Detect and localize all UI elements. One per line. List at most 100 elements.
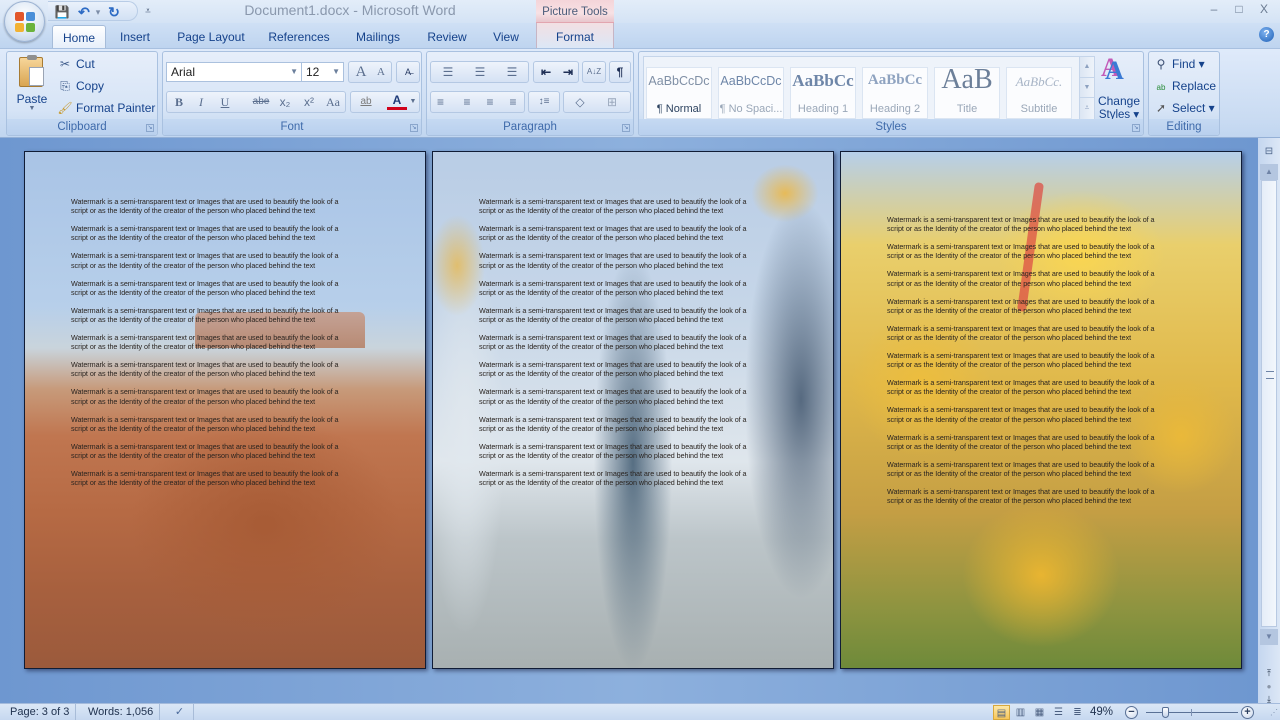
change-styles-button[interactable]: A Change Styles ▾ <box>1097 56 1141 121</box>
watermark-paragraph[interactable]: Watermark is a semi-transparent text or … <box>887 460 1187 479</box>
watermark-paragraph[interactable]: Watermark is a semi-transparent text or … <box>887 242 1187 261</box>
watermark-paragraph[interactable]: Watermark is a semi-transparent text or … <box>71 469 371 488</box>
change-case-button[interactable]: Aa <box>322 92 344 112</box>
watermark-paragraph[interactable]: Watermark is a semi-transparent text or … <box>887 215 1187 234</box>
style-normal[interactable]: AaBbCcDc ¶ Normal <box>646 67 712 119</box>
watermark-paragraph[interactable]: Watermark is a semi-transparent text or … <box>479 306 779 325</box>
font-name-combo[interactable]: Arial ▼ <box>166 62 302 82</box>
paste-button[interactable]: Paste ▼ <box>11 54 53 116</box>
italic-button[interactable]: I <box>191 92 211 112</box>
copy-button[interactable]: ⎘ Copy <box>57 79 104 94</box>
maximize-button[interactable]: □ <box>1230 2 1248 18</box>
tab-references[interactable]: References <box>262 25 336 49</box>
zoom-slider-track[interactable] <box>1146 712 1238 713</box>
watermark-paragraph[interactable]: Watermark is a semi-transparent text or … <box>887 297 1187 316</box>
page-count[interactable]: Page: 3 of 3 <box>4 704 77 720</box>
watermark-paragraph[interactable]: Watermark is a semi-transparent text or … <box>479 224 779 243</box>
style-title[interactable]: AaB Title <box>934 64 1000 119</box>
shading-button[interactable]: ◇ <box>568 92 592 112</box>
watermark-paragraph[interactable]: Watermark is a semi-transparent text or … <box>887 487 1187 506</box>
office-button[interactable] <box>4 1 45 42</box>
help-button[interactable]: ? <box>1259 27 1274 42</box>
tab-page-layout[interactable]: Page Layout <box>172 25 250 49</box>
watermark-paragraph[interactable]: Watermark is a semi-transparent text or … <box>887 378 1187 397</box>
watermark-paragraph[interactable]: Watermark is a semi-transparent text or … <box>479 442 779 461</box>
close-button[interactable]: X <box>1255 2 1273 18</box>
watermark-paragraph[interactable]: Watermark is a semi-transparent text or … <box>479 251 779 270</box>
resize-grip-icon[interactable]: ⋰ <box>1270 708 1278 717</box>
format-painter-button[interactable]: 🖌 Format Painter <box>57 101 155 115</box>
increase-indent-button[interactable]: ⇥ <box>558 62 578 82</box>
font-color-button[interactable]: A <box>387 92 407 110</box>
page-2[interactable]: Watermark is a semi-transparent text or … <box>432 151 834 669</box>
watermark-paragraph[interactable]: Watermark is a semi-transparent text or … <box>71 279 371 298</box>
redo-button[interactable]: ↻ <box>106 4 122 20</box>
watermark-paragraph[interactable]: Watermark is a semi-transparent text or … <box>887 324 1187 343</box>
watermark-paragraph[interactable]: Watermark is a semi-transparent text or … <box>71 415 371 434</box>
zoom-out-button[interactable]: − <box>1125 706 1138 719</box>
chevron-down-icon[interactable]: ▼ <box>407 92 419 112</box>
font-dialog-launcher[interactable]: ↘ <box>410 124 418 132</box>
font-size-combo[interactable]: 12 ▼ <box>301 62 344 82</box>
watermark-paragraph[interactable]: Watermark is a semi-transparent text or … <box>479 469 779 488</box>
scroll-up-button[interactable]: ▲ <box>1260 164 1278 180</box>
watermark-paragraph[interactable]: Watermark is a semi-transparent text or … <box>887 269 1187 288</box>
zoom-level[interactable]: 49% <box>1090 704 1113 720</box>
watermark-paragraph[interactable]: Watermark is a semi-transparent text or … <box>71 306 371 325</box>
highlight-button[interactable]: ab <box>354 92 378 112</box>
word-count[interactable]: Words: 1,056 <box>82 704 161 720</box>
view-ruler-button[interactable]: ⊟ <box>1261 146 1277 160</box>
gallery-more-button[interactable]: ⩡ <box>1080 97 1094 117</box>
full-screen-reading-view-button[interactable]: ▥ <box>1012 705 1029 720</box>
subscript-button[interactable]: x₂ <box>275 92 295 112</box>
save-button[interactable]: 💾 <box>54 4 70 20</box>
numbering-button[interactable]: ☰ <box>465 62 495 82</box>
multilevel-list-button[interactable]: ☰ <box>497 62 527 82</box>
clipboard-dialog-launcher[interactable]: ↘ <box>146 124 154 132</box>
style-heading-1[interactable]: AaBbCc Heading 1 <box>790 67 856 119</box>
paragraph-dialog-launcher[interactable]: ↘ <box>622 124 630 132</box>
previous-page-button[interactable]: ⤒ <box>1261 668 1277 682</box>
watermark-paragraph[interactable]: Watermark is a semi-transparent text or … <box>479 333 779 352</box>
zoom-slider-thumb[interactable] <box>1161 707 1169 718</box>
bold-button[interactable]: B <box>169 92 189 112</box>
tab-review[interactable]: Review <box>420 25 474 49</box>
page-3[interactable]: Watermark is a semi-transparent text or … <box>840 151 1242 669</box>
watermark-paragraph[interactable]: Watermark is a semi-transparent text or … <box>71 251 371 270</box>
scroll-thumb[interactable] <box>1261 180 1277 627</box>
sort-button[interactable]: A↓Z <box>582 61 606 83</box>
style-no-spacing[interactable]: AaBbCcDc ¶ No Spaci... <box>718 67 784 119</box>
scroll-down-button[interactable]: ▼ <box>1260 629 1278 645</box>
styles-dialog-launcher[interactable]: ↘ <box>1132 124 1140 132</box>
style-heading-2[interactable]: AaBbCc Heading 2 <box>862 67 928 119</box>
watermark-paragraph[interactable]: Watermark is a semi-transparent text or … <box>887 433 1187 452</box>
watermark-paragraph[interactable]: Watermark is a semi-transparent text or … <box>71 333 371 352</box>
outline-view-button[interactable]: ☰ <box>1050 705 1067 720</box>
watermark-paragraph[interactable]: Watermark is a semi-transparent text or … <box>71 442 371 461</box>
watermark-paragraph[interactable]: Watermark is a semi-transparent text or … <box>71 360 371 379</box>
clear-formatting-button[interactable]: A̶ <box>396 61 420 83</box>
bullets-button[interactable]: ☰ <box>433 62 463 82</box>
undo-dropdown-button[interactable]: ▾ <box>90 4 106 20</box>
superscript-button[interactable]: x² <box>299 92 319 112</box>
minimize-button[interactable]: – <box>1205 2 1223 18</box>
align-right-button[interactable]: ≡ <box>479 92 501 112</box>
show-formatting-marks-button[interactable]: ¶ <box>609 61 631 83</box>
decrease-indent-button[interactable]: ⇤ <box>536 62 556 82</box>
watermark-paragraph[interactable]: Watermark is a semi-transparent text or … <box>479 415 779 434</box>
align-left-button[interactable]: ≡ <box>433 92 455 112</box>
tab-mailings[interactable]: Mailings <box>348 25 408 49</box>
strikethrough-button[interactable]: abe <box>249 92 273 112</box>
tab-insert[interactable]: Insert <box>112 25 158 49</box>
borders-button[interactable]: ⊞ <box>600 92 624 112</box>
underline-button[interactable]: U <box>215 92 235 112</box>
cut-button[interactable]: ✂ Cut <box>57 57 95 71</box>
watermark-paragraph[interactable]: Watermark is a semi-transparent text or … <box>479 197 779 216</box>
web-layout-view-button[interactable]: ▦ <box>1031 705 1048 720</box>
select-button[interactable]: ➚ Select ▾ <box>1153 101 1215 115</box>
watermark-paragraph[interactable]: Watermark is a semi-transparent text or … <box>887 351 1187 370</box>
print-layout-view-button[interactable]: ▤ <box>993 705 1010 720</box>
grow-font-button[interactable]: A <box>351 62 371 82</box>
gallery-down-button[interactable]: ▼ <box>1080 77 1094 97</box>
proofing-icon[interactable]: ✓ <box>166 704 194 720</box>
